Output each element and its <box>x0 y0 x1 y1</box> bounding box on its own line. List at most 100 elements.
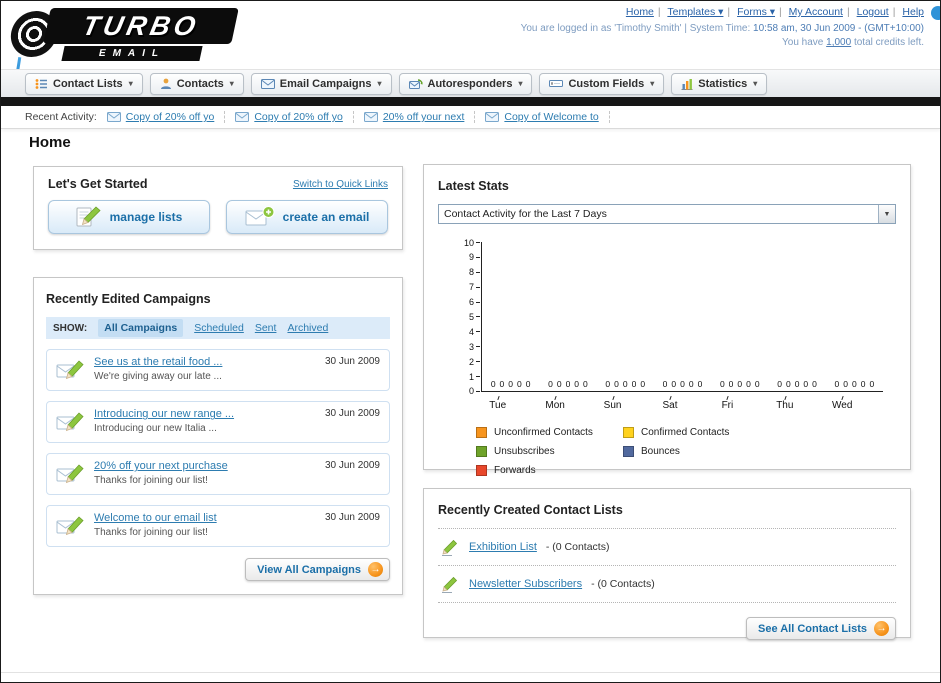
y-axis-tick-label: 7 <box>469 282 480 292</box>
chevron-down-icon: ▾ <box>229 79 234 88</box>
filter-scheduled[interactable]: Scheduled <box>194 322 244 334</box>
recent-activity-item[interactable]: Copy of 20% off yo <box>106 111 226 123</box>
chart-value-label: 0 <box>785 379 791 389</box>
nav-tab-label: Autoresponders <box>427 77 513 90</box>
select-arrow-icon: ▼ <box>878 205 895 223</box>
filter-archived[interactable]: Archived <box>287 322 328 334</box>
legend-label: Unsubscribes <box>494 446 555 457</box>
campaign-date: 30 Jun 2009 <box>324 356 380 367</box>
session-prefix: You are logged in as 'Timothy Smith' | S… <box>520 23 754 34</box>
chart-value-label: 0 <box>671 379 677 389</box>
top-link-logout[interactable]: Logout <box>857 6 889 18</box>
logo-subtitle: EMAIL <box>61 46 203 61</box>
stats-period-select[interactable]: Contact Activity for the Last 7 Days ▼ <box>438 204 896 224</box>
arrow-right-icon: → <box>368 562 383 577</box>
x-axis-tick-label: Sun <box>584 396 641 411</box>
contact-list-link[interactable]: Newsletter Subscribers <box>469 578 582 590</box>
chart-value-group: 00000 <box>826 379 883 389</box>
y-axis-tick-label: 6 <box>469 297 480 307</box>
chart-value-label: 0 <box>556 379 562 389</box>
campaign-title-link[interactable]: Introducing our new range ... <box>94 408 234 422</box>
filter-all-campaigns[interactable]: All Campaigns <box>98 319 184 337</box>
link-separator: | <box>846 6 850 18</box>
chart-value-label: 0 <box>508 379 514 389</box>
chart-value-label: 0 <box>794 379 800 389</box>
nav-tab-email-campaigns[interactable]: Email Campaigns ▾ <box>250 72 392 95</box>
top-links: Home | Templates ▾ | Forms ▾ | My Account | … <box>521 6 924 18</box>
chart-value-label: 0 <box>565 379 571 389</box>
campaign-date: 30 Jun 2009 <box>324 460 380 471</box>
credits-prefix: You have <box>782 37 827 48</box>
top-link-forms[interactable]: Forms ▾ <box>737 6 775 18</box>
chart-value-label: 0 <box>746 379 751 389</box>
view-all-campaigns-button[interactable]: View All Campaigns → <box>245 558 390 581</box>
logo-wordmark: TURBO <box>43 8 239 44</box>
x-axis-tick-label: Tue <box>469 396 526 411</box>
chart-value-label: 0 <box>490 379 496 389</box>
x-axis-tick-label: Wed <box>814 396 871 411</box>
main-nav: Contact Lists ▾ Contacts ▾ Email Campaig… <box>1 69 940 97</box>
legend-label: Bounces <box>641 446 680 457</box>
manage-lists-button[interactable]: manage lists <box>48 200 210 234</box>
chart-value-label: 0 <box>688 379 694 389</box>
chart-value-label: 0 <box>812 379 817 389</box>
recent-activity-item[interactable]: 20% off your next <box>363 111 476 123</box>
system-time: 10:58 am, 30 Jun 2009 <box>753 23 856 34</box>
filter-sent[interactable]: Sent <box>255 322 277 334</box>
chart-value-label: 0 <box>728 379 734 389</box>
nav-tab-statistics[interactable]: Statistics ▾ <box>671 72 768 95</box>
nav-tab-autoresponders[interactable]: Autoresponders ▾ <box>398 72 533 95</box>
recent-activity-item[interactable]: Copy of Welcome to <box>485 111 610 123</box>
chart-value-label: 0 <box>777 379 782 389</box>
chart-value-group: 00000 <box>768 379 825 389</box>
y-axis-tick-label: 5 <box>469 312 480 322</box>
create-email-button[interactable]: create an email <box>226 200 388 234</box>
campaign-date: 30 Jun 2009 <box>324 408 380 419</box>
legend-item: Forwards <box>476 465 623 476</box>
recent-activity-item[interactable]: Copy of 20% off yo <box>235 111 354 123</box>
y-axis-tick-label: 8 <box>469 267 480 277</box>
x-axis-tick-label: Fri <box>699 396 756 411</box>
nav-tab-custom-fields[interactable]: Custom Fields ▾ <box>539 72 665 95</box>
credits-amount[interactable]: 1,000 <box>826 37 851 48</box>
credits-suffix: total credits left. <box>851 37 924 48</box>
campaign-title-link[interactable]: 20% off your next purchase <box>94 460 228 474</box>
chart-plot-area: 00000000000000000000000000000000000 <box>481 242 884 392</box>
chart-value-label: 0 <box>640 379 646 389</box>
contact-list-row: Exhibition List - (0 Contacts) <box>438 529 896 566</box>
top-link-templates[interactable]: Templates ▾ <box>667 6 723 18</box>
campaign-row: Introducing our new range ... Introducin… <box>46 401 390 443</box>
contact-activity-chart: 10 9 8 7 6 5 4 3 2 1 0 000000000000000000000000000… <box>464 238 892 396</box>
recent-campaigns-panel: Recently Edited Campaigns SHOW: All Camp… <box>33 277 403 595</box>
nav-tab-contacts[interactable]: Contacts ▾ <box>149 72 244 95</box>
legend-item: Unsubscribes <box>476 446 623 457</box>
chevron-down-icon: ▾ <box>128 79 133 88</box>
campaign-subtitle: Thanks for joining our list! <box>94 475 208 487</box>
recent-contact-lists-panel: Recently Created Contact Lists Exhibitio… <box>423 488 911 640</box>
chart-value-label: 0 <box>605 379 611 389</box>
campaign-subtitle: We're giving away our late ... <box>94 371 222 383</box>
contacts-icon <box>160 78 172 90</box>
app-window: TURBO EMAIL Home | Templates ▾ | Forms ▾ | … <box>0 0 941 683</box>
chart-value-label: 0 <box>737 379 743 389</box>
statistics-icon <box>681 78 693 90</box>
chart-y-axis: 10 9 8 7 6 5 4 3 2 1 0 <box>464 238 481 397</box>
legend-label: Forwards <box>494 465 536 476</box>
nav-tab-contact-lists[interactable]: Contact Lists ▾ <box>25 72 143 95</box>
legend-swatch <box>476 446 487 457</box>
top-link-help[interactable]: Help <box>902 6 924 18</box>
see-all-contact-lists-button[interactable]: See All Contact Lists → <box>745 617 896 640</box>
x-axis-tick-label: Thu <box>756 396 813 411</box>
chart-value-label: 0 <box>719 379 725 389</box>
top-link-home[interactable]: Home <box>626 6 654 18</box>
switch-quick-links-link[interactable]: Switch to Quick Links <box>293 179 388 190</box>
campaign-title-link[interactable]: See us at the retail food ... <box>94 356 222 370</box>
nav-tab-label: Contact Lists <box>53 77 123 90</box>
campaign-title-link[interactable]: Welcome to our email list <box>94 512 217 526</box>
chart-legend: Unconfirmed Contacts Confirmed Contacts Un… <box>476 427 896 484</box>
top-link-my-account[interactable]: My Account <box>789 6 843 18</box>
header: TURBO EMAIL Home | Templates ▾ | Forms ▾ | … <box>1 1 940 107</box>
chart-value-label: 0 <box>499 379 505 389</box>
nav-tab-label: Email Campaigns <box>279 77 372 90</box>
contact-list-link[interactable]: Exhibition List <box>469 541 537 553</box>
